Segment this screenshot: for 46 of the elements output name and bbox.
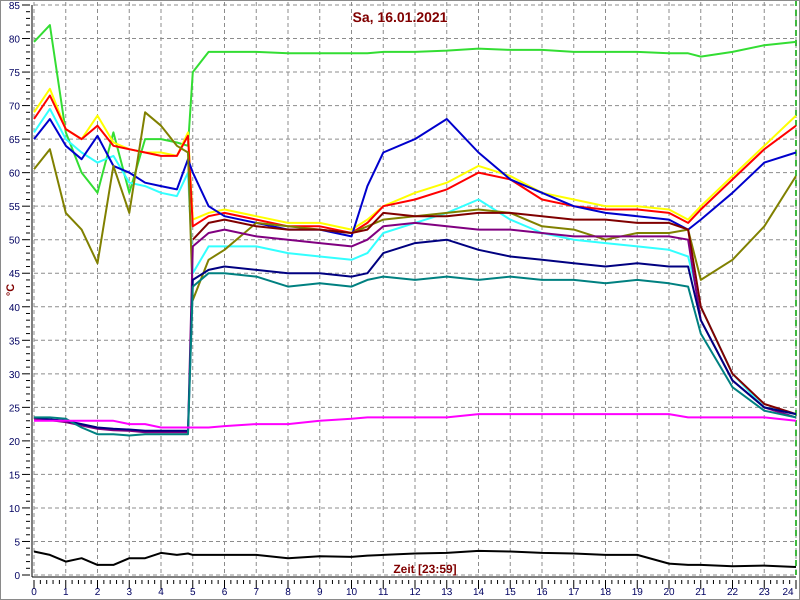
x-tick-label: 21 bbox=[695, 587, 706, 598]
x-tick-label: 1 bbox=[62, 587, 69, 598]
x-tick-label: 10 bbox=[346, 587, 358, 598]
x-tick-label: 4 bbox=[158, 587, 164, 598]
y-tick-label: 20 bbox=[8, 436, 20, 448]
x-tick-label: 13 bbox=[441, 587, 452, 598]
x-tick-label: 0 bbox=[31, 587, 37, 598]
x-tick-label: 5 bbox=[190, 587, 196, 598]
x-tick-label: 14 bbox=[472, 587, 484, 598]
x-tick-label: 17 bbox=[568, 587, 580, 598]
x-tick-label: 19 bbox=[632, 587, 643, 598]
y-tick-label: 0 bbox=[14, 571, 20, 582]
y-tick-label: 75 bbox=[8, 68, 20, 80]
y-tick-label: 65 bbox=[8, 135, 20, 146]
x-tick-label: 8 bbox=[285, 587, 291, 598]
y-tick-label: 60 bbox=[8, 168, 20, 180]
x-tick-label: 2 bbox=[94, 587, 100, 598]
y-tick-label: 35 bbox=[8, 336, 20, 348]
y-tick-label: 50 bbox=[8, 236, 20, 247]
x-tick-label: 11 bbox=[378, 587, 388, 598]
y-tick-label: 80 bbox=[8, 34, 20, 46]
y-tick-label: 45 bbox=[8, 269, 20, 280]
y-tick-label: 40 bbox=[8, 302, 20, 314]
y-tick-label: 70 bbox=[8, 102, 20, 113]
x-tick-label: 15 bbox=[504, 587, 516, 598]
x-tick-label: 12 bbox=[409, 587, 421, 598]
y-tick-label: 25 bbox=[8, 403, 20, 414]
y-tick-label: 55 bbox=[8, 202, 20, 214]
x-tick-label: 18 bbox=[600, 587, 612, 598]
x-tick-label: 9 bbox=[316, 587, 323, 598]
chart-title: Sa, 16.01.2021 bbox=[352, 9, 448, 25]
y-tick-label: 85 bbox=[8, 1, 20, 12]
x-tick-label: 24 bbox=[782, 587, 794, 598]
x-axis-label: Zeit [23:59] bbox=[393, 562, 457, 576]
y-tick-label: 5 bbox=[14, 537, 20, 548]
x-tick-label: 7 bbox=[253, 587, 260, 598]
y-axis-label: °C bbox=[5, 284, 17, 296]
x-tick-label: 22 bbox=[726, 587, 738, 598]
y-tick-label: 30 bbox=[8, 370, 20, 381]
x-tick-label: 16 bbox=[536, 587, 548, 598]
x-tick-label: 20 bbox=[663, 587, 675, 598]
y-tick-label: 10 bbox=[8, 504, 20, 515]
y-tick-label: 15 bbox=[8, 470, 20, 482]
x-tick-label: 6 bbox=[222, 587, 228, 598]
x-tick-label: 3 bbox=[126, 587, 132, 598]
x-tick-label: 23 bbox=[758, 587, 770, 598]
